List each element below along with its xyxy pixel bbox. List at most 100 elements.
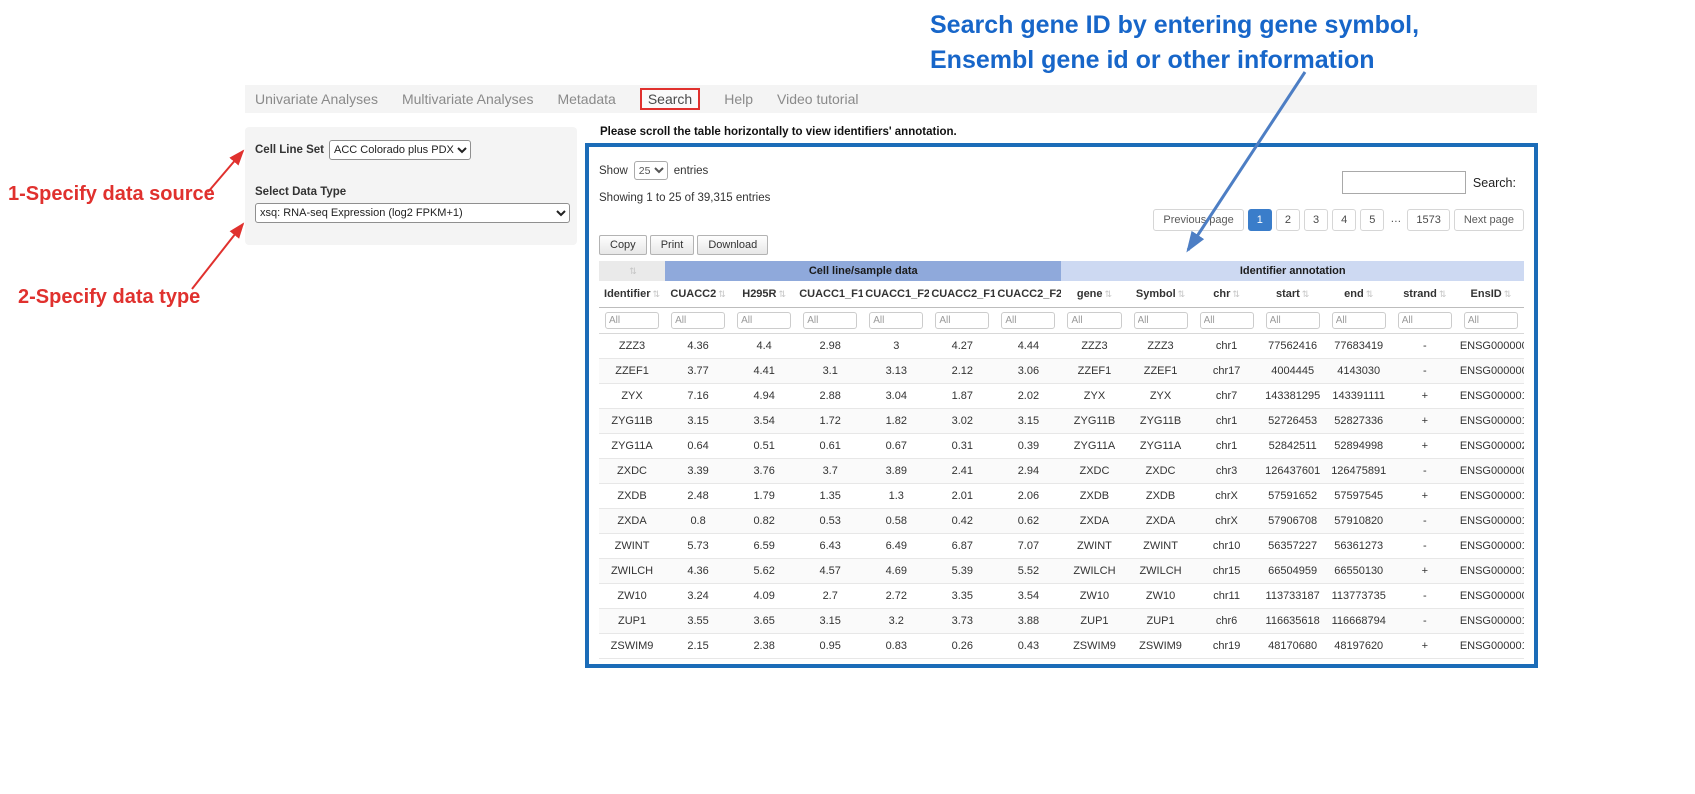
sort-icon: ⇅	[652, 289, 660, 299]
table-cell: 66504959	[1260, 559, 1326, 584]
page-button[interactable]: 3	[1304, 209, 1328, 231]
table-cell: 0.31	[929, 434, 995, 459]
search-tip-line1: Search gene ID by entering gene symbol,	[930, 8, 1419, 43]
export-button[interactable]: Print	[650, 235, 695, 255]
table-cell: ZW10	[1061, 584, 1127, 609]
page-button[interactable]: 1573	[1407, 209, 1449, 231]
table-cell: 3.73	[929, 609, 995, 634]
table-cell: 0.64	[665, 434, 731, 459]
table-cell: ZSWIM9	[1128, 634, 1194, 659]
table-cell: 3.54	[995, 584, 1061, 609]
table-cell: 57910820	[1326, 509, 1392, 534]
column-header[interactable]: EnsID⇅	[1458, 281, 1524, 308]
table-cell: 1.35	[797, 484, 863, 509]
table-cell: 0.26	[929, 634, 995, 659]
next-page-button[interactable]: Next page	[1454, 209, 1524, 231]
filter-cell	[863, 308, 929, 334]
column-filter-input[interactable]	[1332, 312, 1386, 329]
table-cell: 116635618	[1260, 609, 1326, 634]
table-cell: 4143030	[1326, 359, 1392, 384]
table-cell: 52726453	[1260, 409, 1326, 434]
filter-cell	[1061, 308, 1127, 334]
column-header[interactable]: Identifier⇅	[599, 281, 665, 308]
column-header[interactable]: CUACC2⇅	[665, 281, 731, 308]
column-header[interactable]: gene⇅	[1061, 281, 1127, 308]
column-filter-input[interactable]	[1134, 312, 1188, 329]
table-cell: chr3	[1194, 459, 1260, 484]
nav-item[interactable]: Search	[640, 88, 700, 110]
sort-icon: ⇅	[779, 289, 787, 299]
table-cell: 57597545	[1326, 484, 1392, 509]
table-cell: 4.44	[995, 334, 1061, 359]
page-button[interactable]: 1	[1248, 209, 1272, 231]
page-button[interactable]: 5	[1360, 209, 1384, 231]
column-header[interactable]: CUACC1_F1⇅	[797, 281, 863, 308]
table-cell: 3.89	[863, 459, 929, 484]
table-cell: chr19	[1194, 634, 1260, 659]
nav-item[interactable]: Univariate Analyses	[255, 91, 378, 107]
column-filter-input[interactable]	[737, 312, 791, 329]
table-cell: 4.27	[929, 334, 995, 359]
table-cell: 0.83	[863, 634, 929, 659]
table-row: ZUP1 3.55 3.65 3.15 3.2 3.73 3.88 ZUP1 Z…	[599, 609, 1524, 634]
page-button[interactable]: 2	[1276, 209, 1300, 231]
table-cell: ZXDB	[1128, 484, 1194, 509]
column-filter-input[interactable]	[803, 312, 857, 329]
table-cell: ZWILCH	[1061, 559, 1127, 584]
table-row: ZSWIM9 2.15 2.38 0.95 0.83 0.26 0.43 ZSW…	[599, 634, 1524, 659]
column-header[interactable]: CUACC2_F1⇅	[929, 281, 995, 308]
column-header[interactable]: strand⇅	[1392, 281, 1458, 308]
column-filter-input[interactable]	[671, 312, 725, 329]
table-cell: ZYG11B	[1128, 409, 1194, 434]
table-search-input[interactable]	[1342, 171, 1466, 194]
table-cell: 2.02	[995, 384, 1061, 409]
nav-item[interactable]: Multivariate Analyses	[402, 91, 534, 107]
table-cell: 0.42	[929, 509, 995, 534]
column-header[interactable]: end⇅	[1326, 281, 1392, 308]
column-header[interactable]: CUACC2_F2⇅	[995, 281, 1061, 308]
column-header-row: Identifier⇅CUACC2⇅H295R⇅CUACC1_F1⇅CUACC1…	[599, 281, 1524, 308]
main-nav: Univariate Analyses Multivariate Analyses…	[245, 85, 1537, 113]
table-row: ZZZ3 4.36 4.4 2.98 3 4.27 4.44 ZZZ3 ZZZ3…	[599, 334, 1524, 359]
table-cell: 2.48	[665, 484, 731, 509]
column-header[interactable]: Symbol⇅	[1128, 281, 1194, 308]
column-header[interactable]: CUACC1_F2⇅	[863, 281, 929, 308]
group-header-empty[interactable]: ⇅	[599, 261, 665, 281]
column-filter-input[interactable]	[1398, 312, 1452, 329]
nav-item[interactable]: Help	[724, 91, 753, 107]
nav-item[interactable]: Metadata	[557, 91, 615, 107]
data-type-select[interactable]: xsq: RNA-seq Expression (log2 FPKM+1)	[255, 203, 570, 223]
table-row: ZYG11B 3.15 3.54 1.72 1.82 3.02 3.15 ZYG…	[599, 409, 1524, 434]
nav-item[interactable]: Video tutorial	[777, 91, 858, 107]
cell-line-set-select[interactable]: ACC Colorado plus PDX	[329, 140, 471, 160]
table-cell: 1.72	[797, 409, 863, 434]
export-button[interactable]: Copy	[599, 235, 647, 255]
export-button[interactable]: Download	[697, 235, 768, 255]
column-header[interactable]: chr⇅	[1194, 281, 1260, 308]
page-numbers: 12345…1573	[1248, 209, 1450, 231]
cell-identifier: ZZEF1	[599, 359, 665, 384]
table-cell: 3.77	[665, 359, 731, 384]
table-row: ZWILCH 4.36 5.62 4.57 4.69 5.39 5.52 ZWI…	[599, 559, 1524, 584]
previous-page-button[interactable]: Previous page	[1153, 209, 1243, 231]
table-cell: ZWINT	[1128, 534, 1194, 559]
column-filter-input[interactable]	[605, 312, 659, 329]
filter-cell	[665, 308, 731, 334]
page-button[interactable]: 4	[1332, 209, 1356, 231]
column-filter-input[interactable]	[1464, 312, 1518, 329]
column-header[interactable]: H295R⇅	[731, 281, 797, 308]
column-filter-input[interactable]	[1067, 312, 1121, 329]
page-button[interactable]: …	[1388, 209, 1403, 231]
column-filter-input[interactable]	[1001, 312, 1055, 329]
column-filter-input[interactable]	[1200, 312, 1254, 329]
table-cell: 7.07	[995, 534, 1061, 559]
table-cell: chrX	[1194, 509, 1260, 534]
column-filter-input[interactable]	[1266, 312, 1320, 329]
column-filter-input[interactable]	[935, 312, 989, 329]
column-filter-input[interactable]	[869, 312, 923, 329]
table-cell: 3.65	[731, 609, 797, 634]
table-cell: 0.61	[797, 434, 863, 459]
table-cell: 66550130	[1326, 559, 1392, 584]
page-length-select[interactable]: 25	[634, 161, 668, 180]
column-header[interactable]: start⇅	[1260, 281, 1326, 308]
